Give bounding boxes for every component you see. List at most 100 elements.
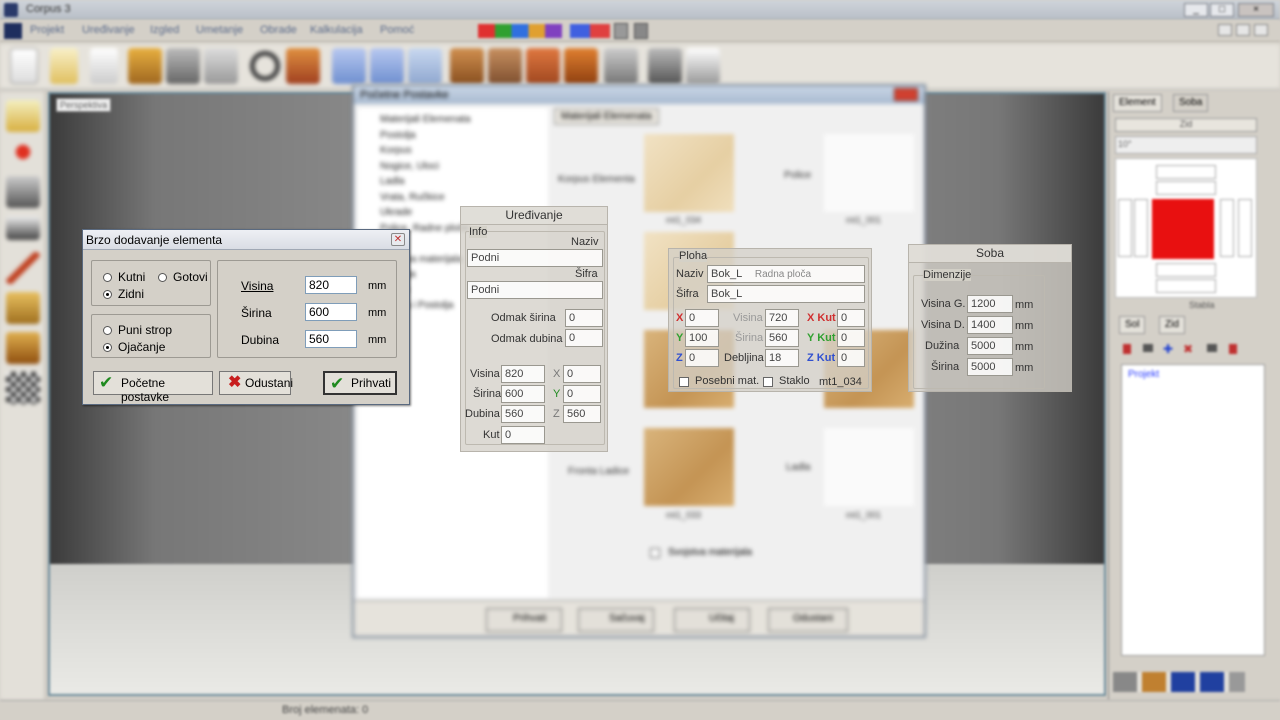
add-icon[interactable]: ✚ <box>1163 342 1173 356</box>
radio-kutni[interactable] <box>103 273 112 282</box>
visina-input[interactable]: 820 <box>305 276 357 294</box>
mdi-minimize-icon[interactable] <box>1218 24 1232 36</box>
tools-icon[interactable] <box>166 48 200 84</box>
ploha-y-field[interactable]: 100 <box>685 329 719 347</box>
y-field[interactable]: 0 <box>563 385 601 403</box>
accept-button[interactable]: ✔ Prihvati <box>323 371 397 395</box>
radio-puni-strop[interactable] <box>103 326 112 335</box>
new-file-icon[interactable] <box>10 48 38 84</box>
finish-flag-icon[interactable] <box>6 372 40 404</box>
delete-icon[interactable] <box>1123 344 1131 354</box>
trash-icon[interactable] <box>1229 344 1237 354</box>
remove-icon[interactable]: ✖ <box>1183 342 1193 356</box>
close-button[interactable]: × <box>1238 3 1274 17</box>
quick-add-close-button[interactable]: ✕ <box>391 233 405 246</box>
staklo-checkbox[interactable] <box>763 377 773 387</box>
visina-g-field[interactable]: 1200 <box>967 295 1013 313</box>
rotate-icon[interactable] <box>6 176 40 208</box>
defaults-button[interactable]: ✔ Početne postavke <box>93 371 213 404</box>
radio-gotovi[interactable] <box>158 273 167 282</box>
ploha-naziv-field[interactable]: Bok_L Radna ploča <box>707 265 865 283</box>
up-icon[interactable] <box>1143 344 1153 352</box>
menu-kalkulacija[interactable]: Kalkulacija <box>310 24 363 36</box>
dialog-load-button[interactable]: Učitaj <box>674 608 750 632</box>
sirina-input[interactable]: 600 <box>305 303 357 321</box>
radio-ojacanje[interactable] <box>103 343 112 352</box>
search-input[interactable]: 10° <box>1115 136 1257 154</box>
drawer-b-icon[interactable] <box>488 48 522 84</box>
sifra-field[interactable]: Podni <box>467 281 603 299</box>
export-icon[interactable] <box>648 48 682 84</box>
ploha-sifra-field[interactable]: Bok_L <box>707 285 865 303</box>
tab-sol[interactable]: Sol <box>1119 316 1146 334</box>
close-doc-icon[interactable] <box>634 23 648 39</box>
dubina-field[interactable]: 560 <box>501 405 545 423</box>
z-field[interactable]: 560 <box>563 405 601 423</box>
posebni-checkbox[interactable] <box>679 377 689 387</box>
tree-item[interactable]: Vrata, Ručkice <box>380 190 471 206</box>
sirina-field[interactable]: 600 <box>501 385 545 403</box>
dialog-save-button[interactable]: Sačuvaj <box>578 608 654 632</box>
color-swatch-icons[interactable] <box>478 24 562 38</box>
soba-sirina-field[interactable]: 5000 <box>967 358 1013 376</box>
view-icons[interactable] <box>570 24 610 38</box>
cabinet-icon[interactable] <box>128 48 162 84</box>
tab-materials[interactable]: Materijali Elemenata <box>554 108 659 125</box>
cancel-button[interactable]: ✖ Odustani <box>219 371 293 395</box>
handle-icon[interactable] <box>6 332 40 364</box>
material-swatch-fronta[interactable] <box>644 428 734 506</box>
zid-button[interactable]: Zid <box>1115 118 1257 132</box>
naziv-field[interactable]: Podni <box>467 249 603 267</box>
dialog-accept-button[interactable]: Prihvati <box>486 608 562 632</box>
menu-izgled[interactable]: Izgled <box>150 24 179 36</box>
bottom-tool-icons[interactable] <box>1113 672 1245 692</box>
cnc-icon[interactable] <box>604 48 638 84</box>
move-icon[interactable] <box>6 136 40 168</box>
duzina-field[interactable]: 5000 <box>967 337 1013 355</box>
menu-pomoc[interactable]: Pomoć <box>380 24 414 36</box>
measure-icon[interactable] <box>6 216 40 240</box>
tree-item[interactable]: Nogice, Uloci <box>380 159 471 175</box>
dialog-close-button[interactable] <box>894 88 918 101</box>
open-file-icon[interactable] <box>50 48 78 84</box>
ploha-x-field[interactable]: 0 <box>685 309 719 327</box>
menu-uredivanje[interactable]: Uređivanje <box>82 24 135 36</box>
tree-item[interactable]: Ladla <box>380 174 471 190</box>
material-swatch-ladla[interactable] <box>824 428 914 506</box>
materials-checkbox[interactable] <box>650 548 660 558</box>
mdi-restore-icon[interactable] <box>1236 24 1250 36</box>
chest-icon[interactable] <box>564 48 598 84</box>
machine-icon[interactable] <box>204 48 238 84</box>
door-icon[interactable] <box>6 292 40 324</box>
project-tree[interactable]: Projekt <box>1121 364 1265 656</box>
menu-obrade[interactable]: Obrade <box>260 24 297 36</box>
print-icon[interactable] <box>686 48 720 84</box>
layout-b-icon[interactable] <box>370 48 404 84</box>
material-swatch-police[interactable] <box>824 134 914 212</box>
ploha-z-field[interactable]: 0 <box>685 349 719 367</box>
sofa-icon[interactable] <box>526 48 560 84</box>
radio-zidni[interactable] <box>103 290 112 299</box>
box-icon[interactable] <box>286 48 320 84</box>
ploha-zkut-field[interactable]: 0 <box>837 349 865 367</box>
layout-c-icon[interactable] <box>408 48 442 84</box>
ploha-ykut-field[interactable]: 0 <box>837 329 865 347</box>
tab-zid[interactable]: Zid <box>1159 316 1185 334</box>
ploha-debljina-field[interactable]: 18 <box>765 349 799 367</box>
link-icon[interactable] <box>1207 344 1217 352</box>
dialog-cancel-button[interactable]: Odustani <box>768 608 848 632</box>
odmak-sirina-field[interactable]: 0 <box>565 309 603 327</box>
kut-field[interactable]: 0 <box>501 426 545 444</box>
drawer-icon[interactable] <box>450 48 484 84</box>
odmak-dubina-field[interactable]: 0 <box>565 329 603 347</box>
visina-d-field[interactable]: 1400 <box>967 316 1013 334</box>
visina-field[interactable]: 820 <box>501 365 545 383</box>
tree-item-projekt[interactable]: Projekt <box>1128 369 1159 380</box>
menu-projekt[interactable]: Projekt <box>30 24 64 36</box>
ploha-sirina-field[interactable]: 560 <box>765 329 799 347</box>
dubina-input[interactable]: 560 <box>305 330 357 348</box>
save-file-icon[interactable] <box>90 48 118 84</box>
menu-umetanje[interactable]: Umetanje <box>196 24 243 36</box>
tab-soba[interactable]: Soba <box>1173 94 1209 112</box>
tree-item[interactable]: Materijali Elemenata <box>380 112 471 128</box>
